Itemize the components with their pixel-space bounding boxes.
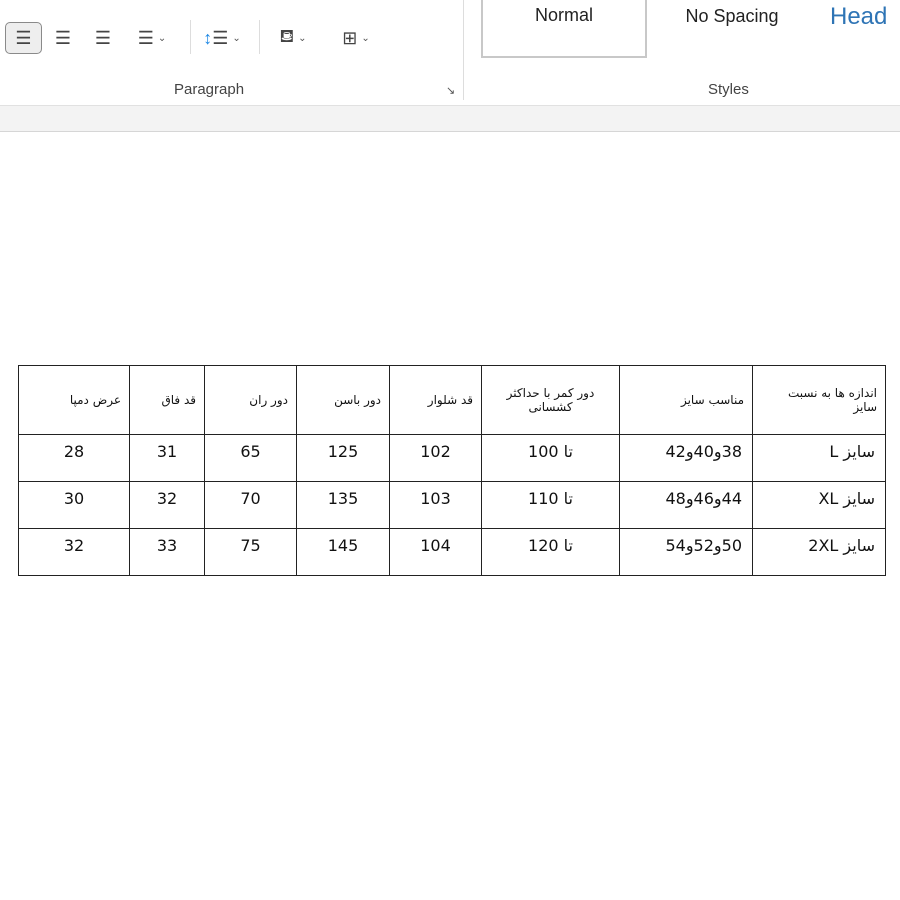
paragraph-group-label: Paragraph bbox=[174, 81, 245, 98]
header-cell: دور کمر با حداکثر کشسانی bbox=[481, 365, 620, 435]
align-center-icon: ☰ bbox=[54, 27, 72, 48]
style-heading[interactable]: Head bbox=[830, 0, 900, 58]
header-cell: دور ران bbox=[204, 365, 297, 435]
line-spacing-icon: ↕ bbox=[203, 27, 213, 48]
style-label: No Spacing bbox=[685, 6, 779, 26]
cell: تا 120 bbox=[481, 528, 620, 576]
align-center-button[interactable]: ☰ bbox=[48, 22, 78, 54]
table-row: سایز XL 44و46و48 تا 110 103 135 70 32 30 bbox=[18, 481, 886, 529]
header-cell: قد شلوار bbox=[389, 365, 482, 435]
chevron-down-icon: ⌄ bbox=[232, 32, 241, 44]
table-row: سایز L 38و40و42 تا 100 102 125 65 31 28 bbox=[18, 434, 886, 482]
cell: 75 bbox=[204, 528, 297, 576]
cell: سایز L bbox=[752, 434, 886, 482]
align-left-icon: ☰ bbox=[15, 27, 32, 48]
cell: سایز XL bbox=[752, 481, 886, 529]
header-cell: مناسب سایز bbox=[619, 365, 753, 435]
paint-bucket-icon: ⛾ bbox=[279, 26, 295, 46]
style-label: Normal bbox=[534, 5, 593, 25]
cell: تا 110 bbox=[481, 481, 620, 529]
cell: 28 bbox=[18, 434, 130, 482]
dialog-launcher-icon[interactable]: ↘ bbox=[446, 84, 455, 97]
cell: 44و46و48 bbox=[619, 481, 753, 529]
line-spacing-lines-icon: ☰ bbox=[212, 27, 229, 48]
chevron-down-icon: ⌄ bbox=[298, 32, 307, 44]
style-normal[interactable]: Normal bbox=[481, 0, 647, 58]
ribbon: ☰ ☰ ☰ ☰ ⌄ ↕ ☰ ⌄ ⛾ ⌄ ⊞ ⌄ Paragraph ↘ Normal No… bbox=[0, 0, 900, 106]
header-cell: قد فاق bbox=[129, 365, 205, 435]
cell: 32 bbox=[18, 528, 130, 576]
justify-button[interactable]: ☰ ⌄ bbox=[128, 22, 176, 54]
table-row: سایز 2XL 50و52و54 تا 120 104 145 75 33 3… bbox=[18, 528, 886, 576]
cell: 30 bbox=[18, 481, 130, 529]
cell: 70 bbox=[204, 481, 297, 529]
cell: تا 100 bbox=[481, 434, 620, 482]
table-header-row: اندازه ها به نسبت سایز مناسب سایز دور کم… bbox=[18, 365, 886, 435]
cell: 32 bbox=[129, 481, 205, 529]
chevron-down-icon: ⌄ bbox=[361, 32, 370, 44]
divider bbox=[259, 20, 260, 54]
chevron-down-icon: ⌄ bbox=[157, 32, 167, 44]
align-right-button[interactable]: ☰ bbox=[88, 22, 118, 54]
cell: 104 bbox=[389, 528, 482, 576]
cell: 50و52و54 bbox=[619, 528, 753, 576]
header-cell: عرض دمپا bbox=[18, 365, 130, 435]
cell: 38و40و42 bbox=[619, 434, 753, 482]
cell: 33 bbox=[129, 528, 205, 576]
cell: 125 bbox=[296, 434, 390, 482]
style-no-spacing[interactable]: No Spacing bbox=[652, 0, 812, 58]
align-left-button[interactable]: ☰ bbox=[5, 22, 42, 54]
justify-icon: ☰ bbox=[137, 27, 154, 48]
cell: 145 bbox=[296, 528, 390, 576]
align-right-icon: ☰ bbox=[94, 27, 112, 48]
styles-group-label: Styles bbox=[708, 81, 749, 98]
cell: 102 bbox=[389, 434, 482, 482]
cell: 103 bbox=[389, 481, 482, 529]
cell: 31 bbox=[129, 434, 205, 482]
header-cell: اندازه ها به نسبت سایز bbox=[752, 365, 886, 435]
cell: 65 bbox=[204, 434, 297, 482]
divider bbox=[190, 20, 191, 54]
size-table: اندازه ها به نسبت سایز مناسب سایز دور کم… bbox=[18, 365, 886, 576]
group-divider bbox=[463, 0, 464, 100]
borders-button[interactable]: ⊞ ⌄ bbox=[330, 22, 382, 54]
shading-button[interactable]: ⛾ ⌄ bbox=[268, 22, 318, 54]
ruler-area bbox=[0, 106, 900, 132]
header-cell: دور باسن bbox=[296, 365, 390, 435]
cell: 135 bbox=[296, 481, 390, 529]
borders-icon: ⊞ bbox=[342, 27, 358, 48]
cell: سایز 2XL bbox=[752, 528, 886, 576]
line-spacing-button[interactable]: ↕ ☰ ⌄ bbox=[198, 22, 246, 54]
style-label: Head bbox=[830, 2, 888, 30]
